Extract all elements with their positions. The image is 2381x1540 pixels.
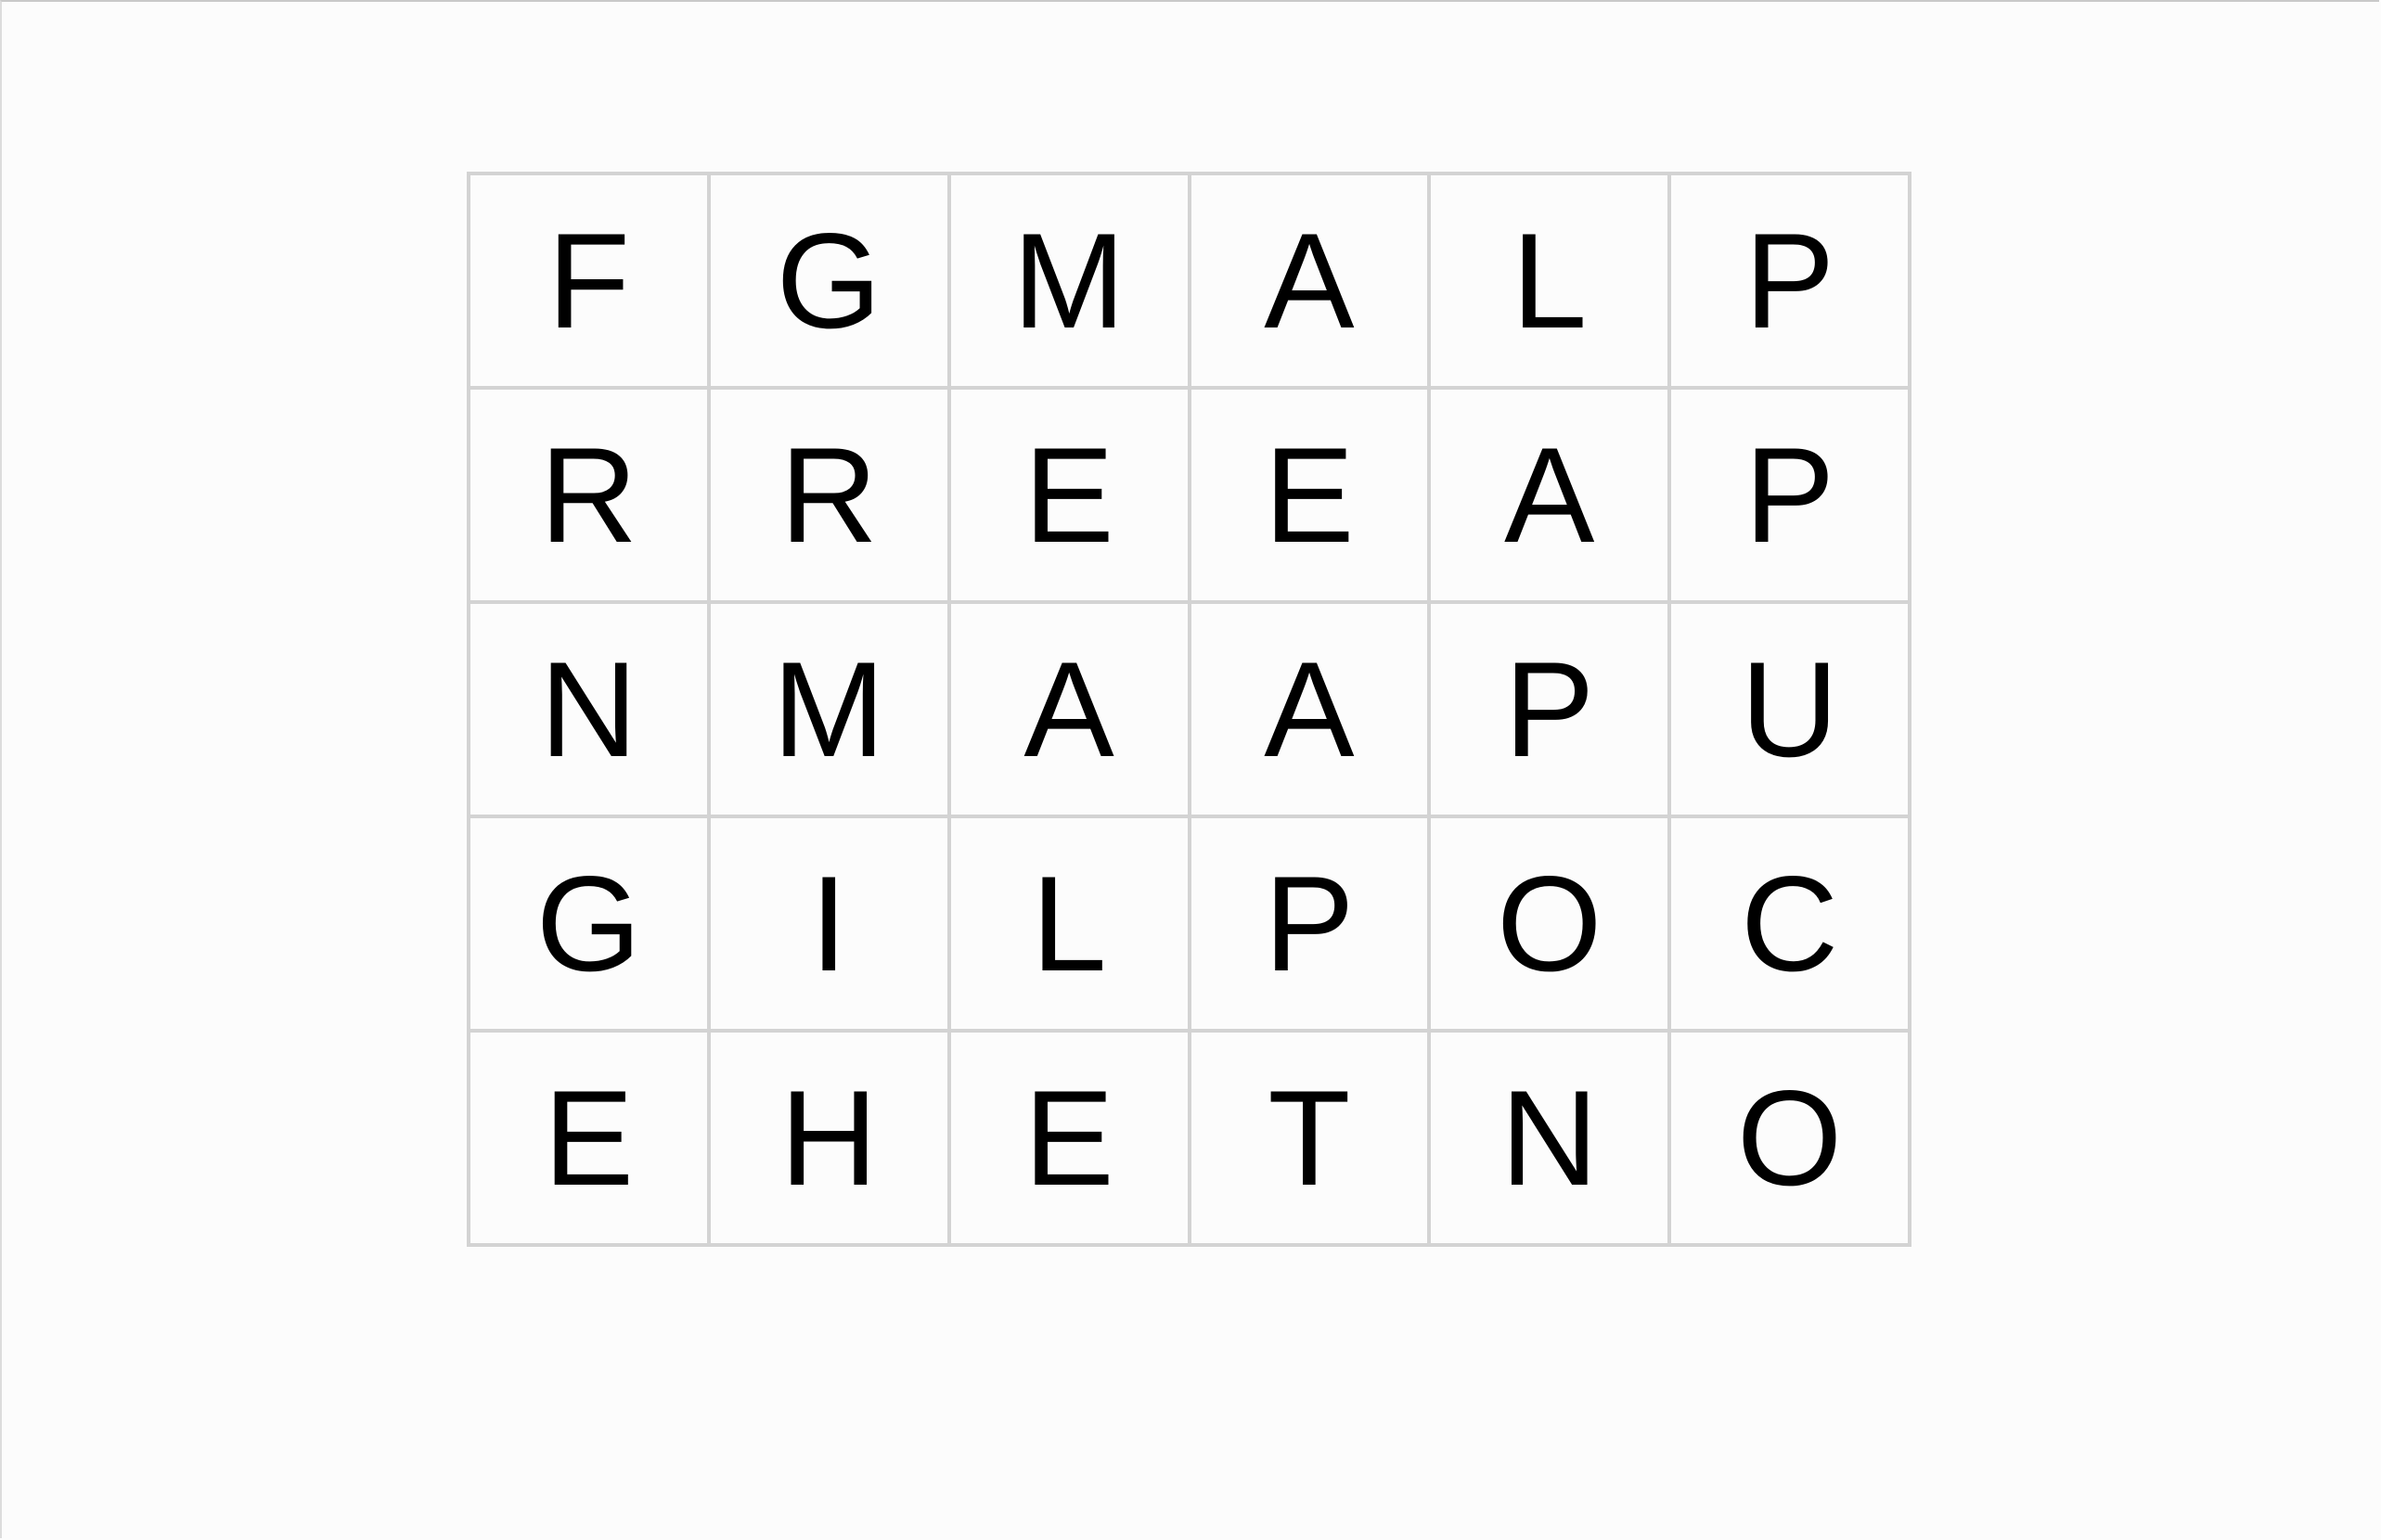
letter-cell[interactable]: A bbox=[1431, 390, 1672, 604]
letter-cell[interactable]: O bbox=[1431, 818, 1672, 1033]
letter-cell[interactable]: G bbox=[470, 818, 711, 1033]
letter-cell[interactable]: O bbox=[1671, 1033, 1911, 1247]
letter-cell[interactable]: L bbox=[950, 818, 1191, 1033]
letter-cell[interactable]: U bbox=[1671, 604, 1911, 818]
letter-cell[interactable]: I bbox=[710, 818, 951, 1033]
letter-cell[interactable]: H bbox=[710, 1033, 951, 1247]
letter-cell[interactable]: P bbox=[1671, 390, 1911, 604]
letter-cell[interactable]: E bbox=[950, 390, 1191, 604]
letter-cell[interactable]: P bbox=[1671, 175, 1911, 390]
letter-cell[interactable]: N bbox=[1431, 1033, 1672, 1247]
letter-cell[interactable]: N bbox=[470, 604, 711, 818]
letter-cell[interactable]: A bbox=[950, 604, 1191, 818]
letter-cell[interactable]: E bbox=[470, 1033, 711, 1247]
letter-cell[interactable]: T bbox=[1190, 1033, 1432, 1247]
word-search-grid: FGMALPRREEAPNMAAPUGILPOCEHETNO bbox=[467, 172, 1911, 1247]
letter-cell[interactable]: F bbox=[470, 175, 711, 390]
letter-cell[interactable]: M bbox=[710, 604, 951, 818]
letter-cell[interactable]: E bbox=[1190, 390, 1432, 604]
letter-cell[interactable]: G bbox=[710, 175, 951, 390]
letter-cell[interactable]: E bbox=[950, 1033, 1191, 1247]
letter-cell[interactable]: R bbox=[710, 390, 951, 604]
letter-cell[interactable]: L bbox=[1431, 175, 1672, 390]
letter-cell[interactable]: A bbox=[1190, 175, 1432, 390]
letter-cell[interactable]: P bbox=[1431, 604, 1672, 818]
letter-cell[interactable]: P bbox=[1190, 818, 1432, 1033]
letter-cell[interactable]: M bbox=[950, 175, 1191, 390]
letter-cell[interactable]: R bbox=[470, 390, 711, 604]
letter-cell[interactable]: C bbox=[1671, 818, 1911, 1033]
letter-cell[interactable]: A bbox=[1190, 604, 1432, 818]
